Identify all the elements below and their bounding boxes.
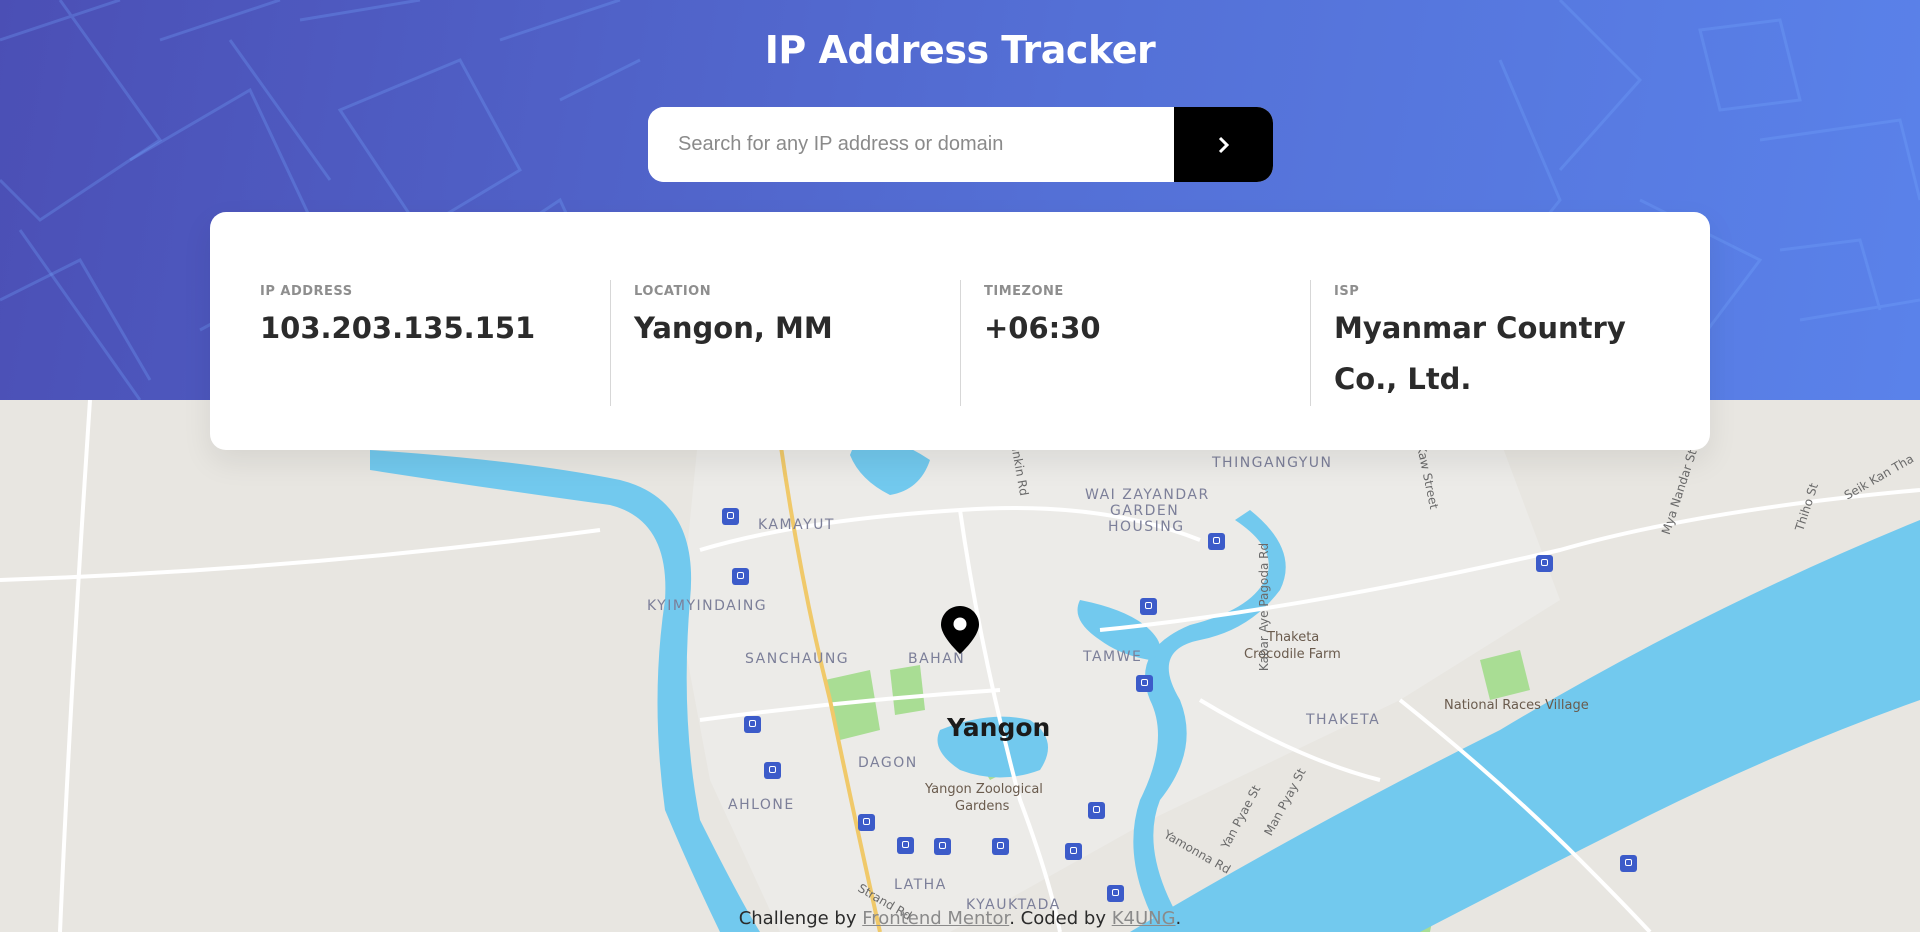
train-station-icon: [1208, 533, 1225, 550]
attribution-prefix: Challenge by: [738, 908, 863, 929]
search-input[interactable]: [648, 107, 1174, 182]
district-label: KAMAYUT: [758, 517, 835, 533]
frontend-mentor-link[interactable]: Frontend Mentor: [862, 908, 1009, 929]
train-station-icon: [1065, 843, 1082, 860]
district-label: SANCHAUNG: [745, 651, 850, 667]
location-pin-icon[interactable]: [941, 606, 979, 658]
train-station-icon: [732, 568, 749, 585]
district-label: GARDEN: [1110, 503, 1180, 519]
location-label: LOCATION: [634, 284, 712, 299]
train-station-icon: [858, 814, 875, 831]
isp-label: ISP: [1334, 284, 1360, 299]
train-station-icon: [764, 762, 781, 779]
train-station-icon: [1140, 598, 1157, 615]
train-station-icon: [1136, 675, 1153, 692]
ip-address-value: 103.203.135.151: [260, 311, 536, 345]
timezone-value: +06:30: [984, 311, 1101, 345]
city-label: Yangon: [947, 713, 1051, 742]
district-label: THINGANGYUN: [1212, 455, 1333, 471]
author-link[interactable]: K4UNG: [1112, 908, 1176, 929]
timezone-stat: TIMEZONE +06:30: [960, 268, 1310, 450]
timezone-label: TIMEZONE: [984, 284, 1064, 299]
poi-label: Gardens: [955, 799, 1010, 814]
district-label: KYIMYINDAING: [647, 598, 768, 614]
train-station-icon: [722, 508, 739, 525]
train-station-icon: [992, 838, 1009, 855]
district-label: TAMWE: [1083, 649, 1143, 665]
ip-address-label: IP ADDRESS: [260, 284, 353, 299]
isp-value: Myanmar Country Co., Ltd.: [1334, 311, 1626, 396]
district-label: DAGON: [858, 755, 918, 771]
page-title: IP Address Tracker: [764, 28, 1156, 72]
search-submit-button[interactable]: [1174, 107, 1273, 182]
search-bar: [648, 107, 1273, 182]
poi-label: Thaketa: [1267, 630, 1320, 645]
train-station-icon: [897, 837, 914, 854]
district-label: LATHA: [894, 877, 947, 893]
train-station-icon: [934, 838, 951, 855]
isp-stat: ISP Myanmar Country Co., Ltd.: [1310, 268, 1660, 450]
train-station-icon: [1088, 802, 1105, 819]
district-label: THAKETA: [1306, 712, 1381, 728]
poi-label: National Races Village: [1444, 698, 1589, 713]
train-station-icon: [744, 716, 761, 733]
ip-address-stat: IP ADDRESS 103.203.135.151: [260, 268, 610, 450]
district-label: HOUSING: [1108, 519, 1185, 535]
location-value: Yangon, MM: [634, 311, 833, 345]
attribution-middle: . Coded by: [1009, 908, 1112, 929]
chevron-right-icon: [1218, 136, 1229, 153]
map[interactable]: THINGANGYUN WAI ZAYANDAR GARDEN HOUSING …: [0, 400, 1920, 932]
attribution: Challenge by Frontend Mentor. Coded by K…: [0, 908, 1920, 929]
street-label: Kabar Aye Pagoda Rd: [1257, 542, 1272, 672]
ip-info-card: IP ADDRESS 103.203.135.151 LOCATION Yang…: [210, 212, 1710, 450]
poi-label: Yangon Zoological: [925, 782, 1043, 797]
district-label: AHLONE: [728, 797, 795, 813]
location-stat: LOCATION Yangon, MM: [610, 268, 960, 450]
attribution-suffix: .: [1175, 908, 1182, 929]
train-station-icon: [1107, 885, 1124, 902]
train-station-icon: [1620, 855, 1637, 872]
district-label: WAI ZAYANDAR: [1085, 487, 1210, 503]
train-station-icon: [1536, 555, 1553, 572]
